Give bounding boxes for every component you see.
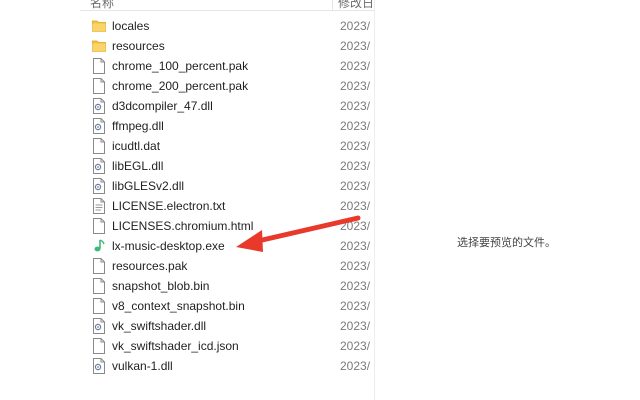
file-icon [92, 298, 106, 314]
dll-icon [92, 358, 106, 374]
preview-pane: 选择要预览的文件。 [375, 0, 640, 400]
file-name: icudtl.dat [112, 139, 161, 153]
file-row[interactable]: LICENSES.chromium.html 2023/ [80, 216, 374, 236]
file-row[interactable]: snapshot_blob.bin 2023/ [80, 276, 374, 296]
file-name: LICENSES.chromium.html [112, 219, 254, 233]
music-app-icon [92, 238, 106, 254]
file-name: vulkan-1.dll [112, 359, 173, 373]
file-name: libGLESv2.dll [112, 179, 185, 193]
file-row[interactable]: libGLESv2.dll 2023/ [80, 176, 374, 196]
file-name: vk_swiftshader_icd.json [112, 339, 239, 353]
column-header: 名称 修改日 [80, 0, 374, 11]
file-date: 2023/ [340, 139, 371, 153]
file-icon [92, 278, 106, 294]
file-date: 2023/ [340, 199, 371, 213]
file-date: 2023/ [340, 299, 371, 313]
folder-icon [92, 18, 106, 34]
file-row[interactable]: ffmpeg.dll 2023/ [80, 116, 374, 136]
file-row[interactable]: libEGL.dll 2023/ [80, 156, 374, 176]
file-row[interactable]: lx-music-desktop.exe 2023/ [80, 236, 374, 256]
file-name: locales [112, 19, 150, 33]
file-name: v8_context_snapshot.bin [112, 299, 245, 313]
column-divider[interactable] [332, 0, 333, 10]
navigation-pane [0, 0, 80, 400]
dll-icon [92, 318, 106, 334]
file-date: 2023/ [340, 239, 371, 253]
file-date: 2023/ [340, 79, 371, 93]
folder-icon [92, 38, 106, 54]
file-row[interactable]: vk_swiftshader.dll 2023/ [80, 316, 374, 336]
file-name: chrome_200_percent.pak [112, 79, 249, 93]
file-row[interactable]: d3dcompiler_47.dll 2023/ [80, 96, 374, 116]
dll-icon [92, 178, 106, 194]
file-row[interactable]: resources 2023/ [80, 36, 374, 56]
file-name: vk_swiftshader.dll [112, 319, 207, 333]
file-name: ffmpeg.dll [112, 119, 164, 133]
file-list-pane: 名称 修改日 locales 2023/resources 2023/chrome_… [80, 0, 374, 400]
file-row[interactable]: chrome_100_percent.pak 2023/ [80, 56, 374, 76]
file-date: 2023/ [340, 59, 371, 73]
file-row[interactable]: chrome_200_percent.pak 2023/ [80, 76, 374, 96]
file-list: locales 2023/resources 2023/chrome_100_per… [80, 16, 374, 376]
file-name: resources.pak [112, 259, 188, 273]
file-date: 2023/ [340, 99, 371, 113]
file-row[interactable]: LICENSE.electron.txt 2023/ [80, 196, 374, 216]
file-date: 2023/ [340, 19, 371, 33]
file-date: 2023/ [340, 119, 371, 133]
preview-message: 选择要预览的文件。 [457, 236, 556, 249]
file-name: libEGL.dll [112, 159, 164, 173]
file-name: chrome_100_percent.pak [112, 59, 249, 73]
file-icon [92, 78, 106, 94]
file-name: snapshot_blob.bin [112, 279, 210, 293]
file-date: 2023/ [340, 339, 371, 353]
file-date: 2023/ [340, 279, 371, 293]
file-date: 2023/ [340, 179, 371, 193]
file-icon [92, 218, 106, 234]
file-row[interactable]: locales 2023/ [80, 16, 374, 36]
file-name: LICENSE.electron.txt [112, 199, 226, 213]
file-name: d3dcompiler_47.dll [112, 99, 213, 113]
file-row[interactable]: v8_context_snapshot.bin 2023/ [80, 296, 374, 316]
file-date: 2023/ [340, 159, 371, 173]
file-date: 2023/ [340, 39, 371, 53]
dll-icon [92, 158, 106, 174]
dll-icon [92, 98, 106, 114]
file-date: 2023/ [340, 359, 371, 373]
file-icon [92, 338, 106, 354]
file-name: lx-music-desktop.exe [112, 239, 225, 253]
file-name: resources [112, 39, 165, 53]
file-row[interactable]: icudtl.dat 2023/ [80, 136, 374, 156]
file-icon [92, 258, 106, 274]
file-row[interactable]: resources.pak 2023/ [80, 256, 374, 276]
dll-icon [92, 118, 106, 134]
date-column-header[interactable]: 修改日 [338, 0, 374, 11]
file-icon [92, 58, 106, 74]
text-file-icon [92, 198, 106, 214]
name-column-header[interactable]: 名称 [90, 0, 114, 11]
file-icon [92, 138, 106, 154]
file-date: 2023/ [340, 219, 371, 233]
file-row[interactable]: vk_swiftshader_icd.json 2023/ [80, 336, 374, 356]
file-date: 2023/ [340, 319, 371, 333]
file-row[interactable]: vulkan-1.dll 2023/ [80, 356, 374, 376]
file-date: 2023/ [340, 259, 371, 273]
